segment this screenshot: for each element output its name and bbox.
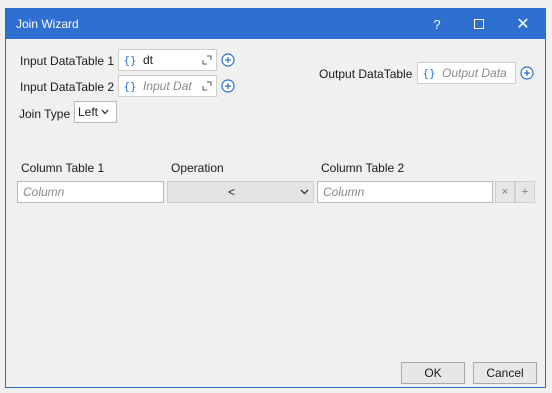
operation-value: < — [227, 185, 235, 199]
output-datatable-field[interactable]: {} Output Data — [417, 62, 516, 84]
column-table-1-header: Column Table 1 — [21, 161, 105, 175]
join-type-select[interactable]: Left — [74, 101, 117, 123]
operation-header: Operation — [171, 161, 224, 175]
help-icon: ? — [433, 16, 441, 32]
close-icon: ✕ — [516, 16, 530, 33]
maximize-button[interactable] — [457, 9, 501, 39]
help-button[interactable]: ? — [415, 9, 459, 39]
input-datatable-1-field[interactable]: {} dt — [118, 49, 217, 71]
window-title: Join Wizard — [16, 17, 79, 31]
variable-brace-icon: {} — [123, 79, 137, 93]
expand-icon[interactable] — [198, 76, 216, 96]
remove-row-button[interactable]: × — [495, 181, 515, 203]
column-table-2-input[interactable]: Column — [317, 181, 493, 203]
operation-select[interactable]: < — [167, 181, 314, 203]
join-type-label: Join Type — [19, 107, 71, 121]
remove-icon: × — [501, 186, 509, 198]
variable-brace-icon: {} — [123, 53, 137, 67]
output-datatable-placeholder: Output Data — [442, 66, 507, 80]
add-icon: + — [521, 186, 529, 198]
input-datatable-2-placeholder: Input Dat — [143, 79, 192, 93]
chevron-down-icon — [101, 109, 109, 115]
join-wizard-dialog: Join Wizard ? ✕ Input DataTable 1 {} dt … — [5, 8, 546, 388]
ok-button[interactable]: OK — [401, 362, 465, 384]
output-datatable-label: Output DataTable — [319, 67, 413, 81]
chevron-down-icon — [295, 189, 313, 195]
input-datatable-2-label: Input DataTable 2 — [20, 80, 115, 94]
column-table-2-header: Column Table 2 — [321, 161, 405, 175]
expand-icon[interactable] — [198, 50, 216, 70]
variable-brace-icon: {} — [422, 66, 436, 80]
input-datatable-1-label: Input DataTable 1 — [20, 54, 115, 68]
add-circle-icon[interactable] — [219, 51, 237, 69]
add-row-button[interactable]: + — [515, 181, 535, 203]
close-button[interactable]: ✕ — [501, 9, 545, 39]
input-datatable-2-field[interactable]: {} Input Dat — [118, 75, 217, 97]
maximize-icon — [474, 19, 484, 29]
cancel-button[interactable]: Cancel — [473, 362, 537, 384]
title-bar: Join Wizard ? ✕ — [6, 9, 545, 39]
join-type-value: Left — [78, 105, 99, 119]
add-circle-icon[interactable] — [219, 77, 237, 95]
input-datatable-1-value: dt — [143, 53, 154, 67]
column-table-1-input[interactable]: Column — [17, 181, 164, 203]
add-circle-icon[interactable] — [518, 64, 536, 82]
